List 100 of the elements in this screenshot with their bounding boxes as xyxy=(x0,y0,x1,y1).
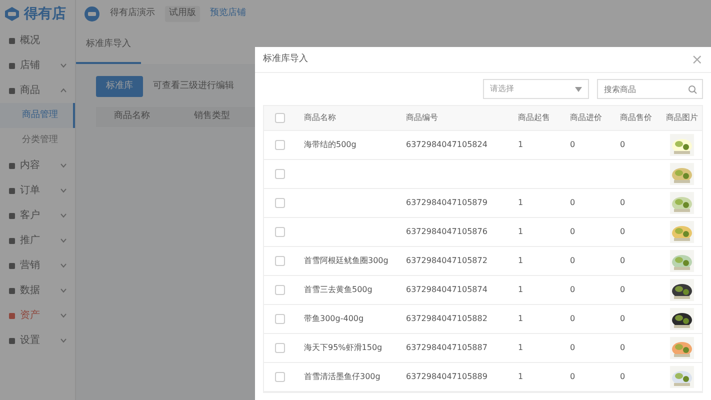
table-cell: 0 xyxy=(570,372,576,381)
table-cell: 1 xyxy=(518,198,524,207)
table-cell: 1 xyxy=(518,285,524,294)
menu-icon xyxy=(8,62,16,70)
table-cell: 1 xyxy=(518,140,524,149)
sidebar-item[interactable]: 订单 xyxy=(0,178,75,203)
preview-link[interactable]: 预览店铺 xyxy=(210,7,246,21)
table-cell: 0 xyxy=(570,140,576,149)
hint-text: 可查看三级进行编辑 xyxy=(153,80,234,92)
table-cell: 0 xyxy=(620,314,626,323)
table-cell: 首雪三去黄鱼500g xyxy=(304,285,372,294)
column-header: 商品起售 xyxy=(517,112,551,124)
category-select[interactable]: 请选择 xyxy=(483,79,589,99)
sidebar-subitem[interactable]: 分类管理 xyxy=(0,128,75,153)
sidebar-subitem[interactable]: 商品管理 xyxy=(0,103,75,128)
menu-icon xyxy=(8,186,16,194)
column-header: 商品售价 xyxy=(619,112,653,124)
logo-icon xyxy=(4,6,20,22)
table-cell: 6372984047105889 xyxy=(406,372,488,381)
sidebar-item[interactable]: 概况 xyxy=(0,28,75,53)
table-cell: 6372984047105874 xyxy=(406,285,488,294)
row-checkbox[interactable] xyxy=(275,372,285,382)
table-cell: 0 xyxy=(620,285,626,294)
row-checkbox[interactable] xyxy=(275,227,285,237)
row-checkbox[interactable] xyxy=(275,314,285,324)
table-cell: 6372984047105879 xyxy=(406,198,488,207)
menu-icon xyxy=(8,36,16,44)
column-header: 商品名称 xyxy=(303,112,337,124)
chevron-icon xyxy=(60,313,67,318)
sidebar-item[interactable]: 内容 xyxy=(0,153,75,178)
search-field[interactable]: 搜索商品 xyxy=(597,79,703,99)
table-cell: 0 xyxy=(620,227,626,236)
table-cell: 1 xyxy=(518,227,524,236)
table-cell: 0 xyxy=(620,140,626,149)
store-icon xyxy=(84,6,100,22)
caret-icon xyxy=(575,86,582,92)
chevron-icon xyxy=(60,188,67,193)
table-cell: 首雪清活墨鱼仔300g xyxy=(304,372,380,381)
menu-icon xyxy=(8,336,16,344)
table-cell: 6372984047105876 xyxy=(406,227,488,236)
table-cell: 6372984047105882 xyxy=(406,314,488,323)
row-checkbox[interactable] xyxy=(275,343,285,353)
sidebar-item[interactable]: 设置 xyxy=(0,328,75,353)
row-checkbox[interactable] xyxy=(275,256,285,266)
menu-icon xyxy=(8,286,16,294)
table-cell: 0 xyxy=(620,256,626,265)
menu-icon xyxy=(8,212,16,220)
column-header: 商品进价 xyxy=(569,112,603,124)
table-cell: 0 xyxy=(620,372,626,381)
chevron-icon xyxy=(60,288,67,293)
tab[interactable]: 标准库导入 xyxy=(76,28,141,64)
table-cell: 1 xyxy=(518,314,524,323)
table-cell: 1 xyxy=(518,343,524,352)
table-cell: 6372984047105824 xyxy=(406,140,488,149)
table-cell: 6372984047105872 xyxy=(406,256,488,265)
menu-icon xyxy=(8,86,16,94)
table-cell: 0 xyxy=(570,227,576,236)
sidebar-item[interactable]: 客户 xyxy=(0,203,75,228)
sidebar-item[interactable]: 营销 xyxy=(0,253,75,278)
table-cell: 0 xyxy=(570,314,576,323)
column-header: 商品图片 xyxy=(665,112,699,124)
table-cell: 0 xyxy=(620,343,626,352)
row-checkbox[interactable] xyxy=(275,140,285,150)
table-cell: 1 xyxy=(518,256,524,265)
sidebar-item[interactable]: 商品 xyxy=(0,78,75,103)
row-checkbox[interactable] xyxy=(275,198,285,208)
chevron-icon xyxy=(60,163,67,168)
table-cell: 6372984047105887 xyxy=(406,343,488,352)
table-cell: 0 xyxy=(570,343,576,352)
sidebar-item[interactable]: 推广 xyxy=(0,228,75,253)
chevron-icon xyxy=(60,263,67,268)
table-cell: 首雪阿根廷鱿鱼圈300g xyxy=(304,256,388,265)
logo-text: 得有店 xyxy=(24,4,66,24)
modal-title: 标准库导入 xyxy=(263,52,308,66)
store-name: 得有店演示 xyxy=(110,7,155,20)
chevron-icon xyxy=(60,238,67,243)
menu-icon xyxy=(8,312,16,320)
chevron-icon xyxy=(60,338,67,343)
sidebar-item[interactable]: 资产 xyxy=(0,303,75,328)
menu-icon xyxy=(8,162,16,170)
chevron-icon xyxy=(60,213,67,218)
sidebar-item[interactable]: 数据 xyxy=(0,278,75,303)
select-all-checkbox[interactable] xyxy=(275,113,285,123)
table-cell: 海带结的500g xyxy=(304,140,356,149)
table-cell: 海天下95%虾滑150g xyxy=(304,343,382,352)
sidebar-item[interactable]: 店铺 xyxy=(0,53,75,78)
table-cell: 0 xyxy=(570,198,576,207)
menu-icon xyxy=(8,262,16,270)
chevron-icon xyxy=(60,88,67,93)
plan-badge: 试用版 xyxy=(165,6,200,22)
library-button[interactable]: 标准库 xyxy=(96,76,143,97)
chevron-icon xyxy=(60,63,67,68)
row-checkbox[interactable] xyxy=(275,285,285,295)
close-button[interactable]: × xyxy=(691,52,703,66)
table-cell: 0 xyxy=(620,198,626,207)
menu-icon xyxy=(8,236,16,244)
row-checkbox[interactable] xyxy=(275,169,285,179)
table-cell: 1 xyxy=(518,372,524,381)
table-cell: 0 xyxy=(570,285,576,294)
search-icon xyxy=(688,85,697,94)
